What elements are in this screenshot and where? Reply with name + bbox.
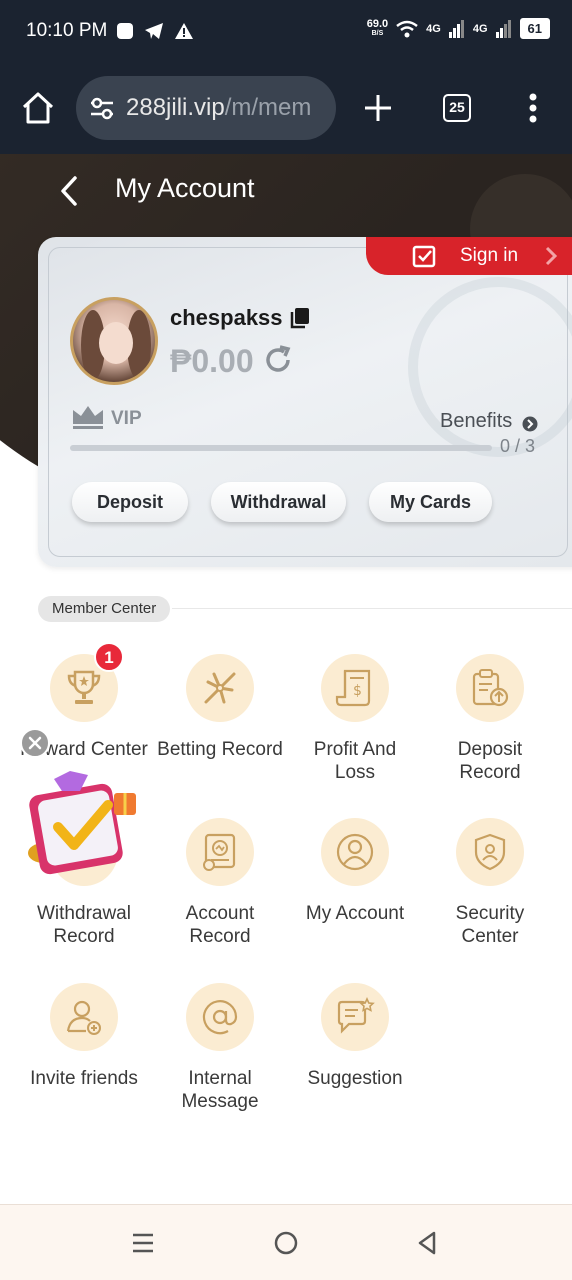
notification-badge: 1 xyxy=(94,642,124,672)
network-type-2: 4G xyxy=(472,22,488,35)
refresh-icon[interactable] xyxy=(262,344,294,376)
chart-record-icon xyxy=(203,833,236,871)
speed-value: 69.0 xyxy=(366,17,389,30)
account-record-icon-bg xyxy=(186,818,254,886)
clipboard-upload-icon xyxy=(472,669,509,707)
chat-star-icon xyxy=(337,997,375,1034)
shield-user-icon xyxy=(474,833,506,871)
recent-apps-icon[interactable] xyxy=(131,1231,155,1255)
close-icon xyxy=(28,736,42,750)
close-promo-button[interactable] xyxy=(20,728,50,758)
betting-record-icon-bg xyxy=(186,654,254,722)
network-speed: 69.0 B/S xyxy=(366,17,389,39)
back-arrow-icon[interactable] xyxy=(56,174,82,208)
page-title: My Account xyxy=(115,173,255,203)
balance-amount: ₱0.00 xyxy=(170,343,254,379)
suggestion-label: Suggestion xyxy=(307,1068,403,1089)
url-bar[interactable]: 288jili.vip/m/mem xyxy=(76,76,336,140)
checkbox-calendar-icon xyxy=(412,245,436,268)
account-record-label: Account Record xyxy=(185,903,255,947)
system-status-icons: 69.0 B/S 4G 4G 61 xyxy=(367,18,550,39)
sign-in-label: Sign in xyxy=(460,245,519,266)
new-tab-icon[interactable] xyxy=(362,92,394,124)
withdrawal-record-label: Withdrawal Record xyxy=(37,903,131,947)
username: chespakss xyxy=(170,305,283,330)
vip-progress-bar xyxy=(70,445,492,451)
internal-message-icon-bg xyxy=(186,983,254,1051)
promo-gift-floating-icon[interactable] xyxy=(24,765,142,877)
user-circle-icon xyxy=(336,833,374,871)
home-icon[interactable] xyxy=(20,90,56,126)
chevron-right-icon xyxy=(545,246,558,266)
suggestion-icon-bg xyxy=(321,983,389,1051)
vip-progress-text: 0 / 3 xyxy=(500,436,536,456)
speed-unit: B/S xyxy=(371,29,384,37)
status-bar: 10:10 PM 69.0 B/S 4G 4G 61 xyxy=(0,0,572,64)
sign-in-button[interactable]: Sign in xyxy=(366,237,572,275)
security-center-icon-bg xyxy=(456,818,524,886)
section-divider xyxy=(172,608,572,609)
my-account-label: My Account xyxy=(305,903,405,924)
site-settings-icon[interactable] xyxy=(88,94,116,122)
receipt-dollar-icon: $ xyxy=(335,669,371,707)
deposit-record-icon-bg xyxy=(456,654,524,722)
arrow-right-circle-icon[interactable] xyxy=(522,416,538,432)
url-text: 288jili.vip/m/mem xyxy=(126,94,311,122)
internal-message-label: Internal Message xyxy=(181,1068,259,1112)
browser-menu-icon[interactable] xyxy=(525,92,541,124)
telegram-icon xyxy=(145,23,163,39)
invite-friends-label: Invite friends xyxy=(30,1068,138,1089)
tab-switcher-button[interactable]: 25 xyxy=(443,94,471,122)
benefits-link[interactable]: Benefits xyxy=(440,410,512,433)
browser-toolbar: 288jili.vip/m/mem 25 xyxy=(0,64,572,154)
battery-icon: 61 xyxy=(519,18,550,39)
at-sign-icon xyxy=(202,1000,238,1035)
app-notification-icon xyxy=(117,23,133,39)
signal-icon xyxy=(448,19,464,38)
notification-icons xyxy=(116,22,194,40)
profit-and-loss-icon-bg: $ xyxy=(321,654,389,722)
copy-icon[interactable] xyxy=(290,307,310,329)
network-type-1: 4G xyxy=(426,22,441,35)
deposit-button[interactable]: Deposit xyxy=(72,482,188,522)
user-add-icon xyxy=(66,1000,101,1035)
profit-and-loss-label: Profit And Loss xyxy=(313,739,397,783)
trophy-icon xyxy=(67,670,101,704)
betting-record-label: Betting Record xyxy=(157,739,283,760)
url-path: /m/mem xyxy=(224,94,312,121)
withdrawal-button[interactable]: Withdrawal xyxy=(211,482,346,522)
vip-label: VIP xyxy=(111,408,142,429)
wifi-icon xyxy=(396,20,418,37)
member-center-label: Member Center xyxy=(38,596,171,622)
signal-icon-2 xyxy=(495,19,511,38)
betting-icon xyxy=(204,672,236,704)
svg-text:$: $ xyxy=(353,683,362,699)
system-nav-bar xyxy=(0,1204,572,1280)
back-triangle-icon[interactable] xyxy=(416,1230,438,1256)
home-circle-icon[interactable] xyxy=(274,1231,298,1255)
crown-icon xyxy=(73,406,103,429)
url-domain: 288jili.vip xyxy=(126,94,225,121)
status-time: 10:10 PM xyxy=(26,20,108,41)
my-account-icon-bg xyxy=(321,818,389,886)
invite-friends-icon-bg xyxy=(50,983,118,1051)
security-center-label: Security Center xyxy=(455,903,525,947)
deposit-record-label: Deposit Record xyxy=(457,739,523,783)
my-cards-button[interactable]: My Cards xyxy=(369,482,492,522)
avatar-face xyxy=(99,322,133,364)
warning-icon xyxy=(175,23,193,39)
avatar[interactable] xyxy=(70,297,158,385)
